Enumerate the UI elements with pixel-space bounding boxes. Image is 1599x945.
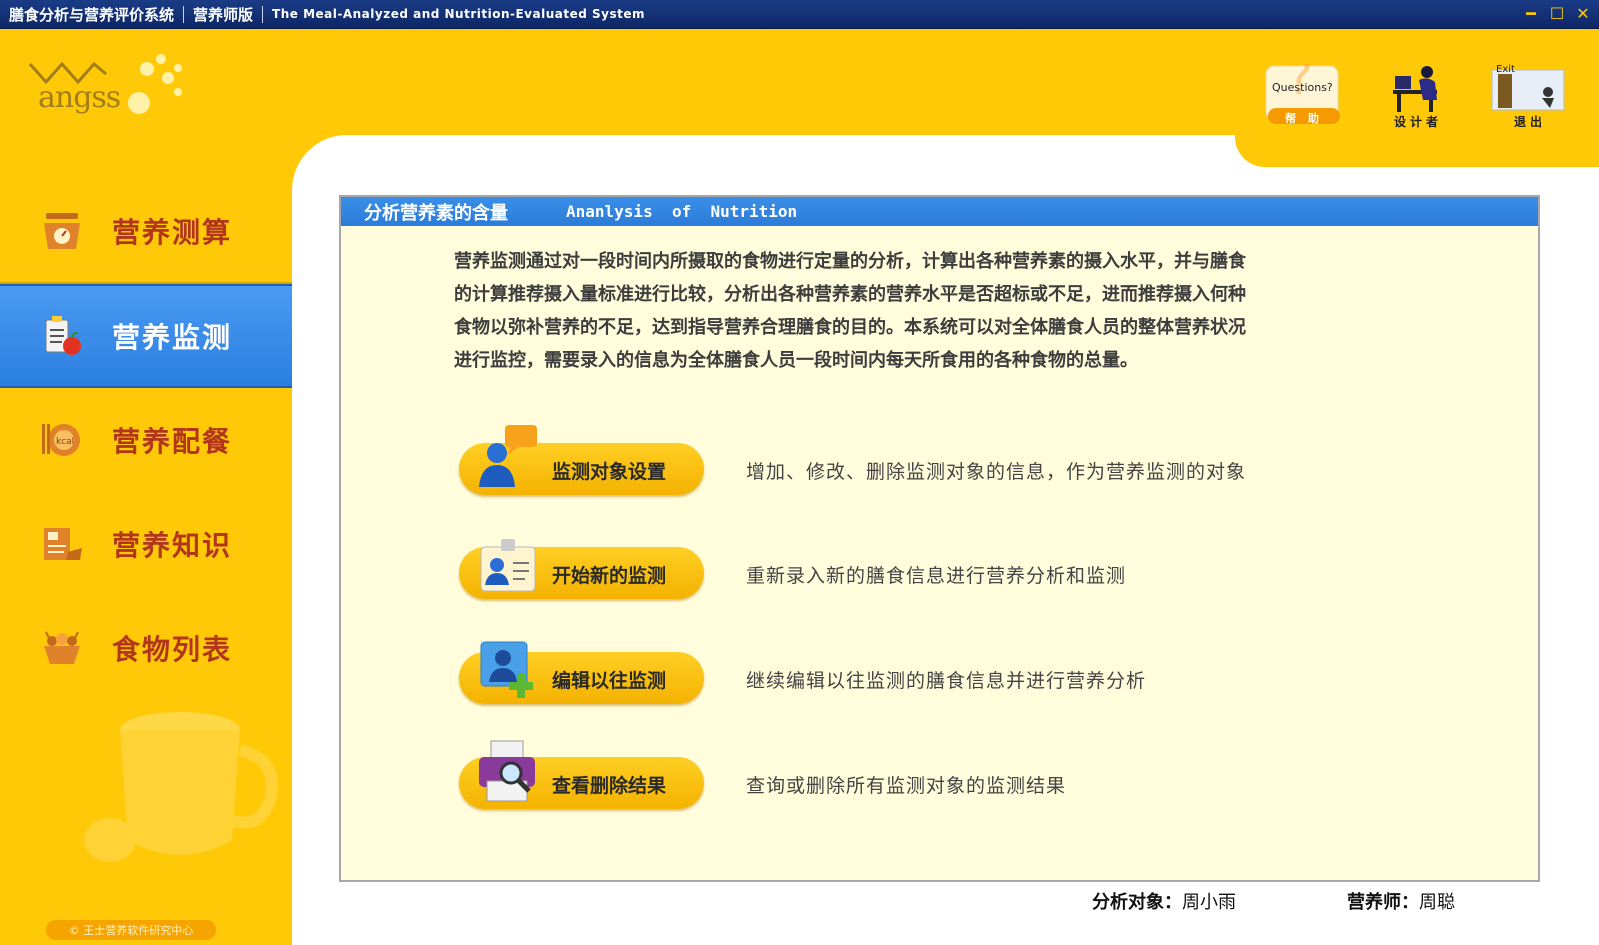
intro-text: 营养监测通过对一段时间内所摄取的食物进行定量的分析，计算出各种营养素的摄入水平，… bbox=[454, 245, 1354, 377]
sidebar-item-label: 营养知识 bbox=[112, 529, 233, 562]
sidebar-item-food-list[interactable]: 食物列表 bbox=[0, 596, 293, 700]
action-row: 查看删除结果 查询或删除所有监测对象的监测结果 bbox=[459, 740, 1459, 813]
user-add-icon bbox=[480, 641, 533, 698]
monitor-clipboard-icon bbox=[40, 314, 84, 358]
designer-desk-icon bbox=[1393, 66, 1437, 112]
action-description: 增加、修改、删除监测对象的信息，作为营养监测的对象 bbox=[746, 461, 1247, 483]
view-delete-results-button[interactable]: 查看删除结果 bbox=[459, 740, 704, 809]
sidebar-item-nutrition-calculation[interactable]: 营养测算 bbox=[0, 180, 293, 284]
kcal-plate-icon: kcal bbox=[40, 418, 84, 462]
exit-label: 退出 bbox=[1513, 115, 1546, 129]
dietitian-label: 营养师： bbox=[1347, 892, 1419, 913]
logo-dot bbox=[156, 54, 166, 64]
logo-dot bbox=[174, 64, 182, 72]
help-button[interactable]: ? Questions? 帮 助 bbox=[1262, 50, 1346, 134]
action-label: 开始新的监测 bbox=[552, 565, 667, 587]
logo-dot bbox=[140, 62, 154, 76]
svg-text:kcal: kcal bbox=[56, 437, 74, 447]
designer-button[interactable]: 设计者 bbox=[1376, 64, 1460, 134]
app-english-title: The Meal-Analyzed and Nutrition-Evaluate… bbox=[272, 7, 645, 21]
start-new-monitoring-button[interactable]: 开始新的监测 bbox=[459, 539, 704, 599]
logo-text: angss bbox=[38, 80, 121, 115]
copyright-badge: © 王士营养软件研究中心 bbox=[46, 920, 216, 940]
sidebar-item-meal-planning[interactable]: kcal 营养配餐 bbox=[0, 388, 293, 492]
action-row: 监测对象设置 增加、修改、删除监测对象的信息，作为营养监测的对象 bbox=[459, 425, 1459, 499]
intro-line: 进行监控，需要录入的信息为全体膳食人员一段时间内每天所食用的各种食物的总量。 bbox=[454, 350, 1138, 371]
intro-line: 营养监测通过对一段时间内所摄取的食物进行定量的分析，计算出各种营养素的摄入水平，… bbox=[454, 251, 1246, 272]
action-row: 编辑以往监测 继续编辑以往监测的膳食信息并进行营养分析 bbox=[459, 641, 1459, 708]
close-button[interactable]: ✕ bbox=[1573, 3, 1593, 23]
intro-line: 食物以弥补营养的不足，达到指导营养合理膳食的目的。本系统可以对全体膳食人员的整体… bbox=[454, 317, 1246, 338]
sidebar: 营养测算 营养监测 kcal 营养配餐 营养知识 食物列表 bbox=[0, 180, 293, 700]
box-title-en: Ananlysis of Nutrition bbox=[566, 202, 798, 221]
minimize-button[interactable]: ━ bbox=[1521, 3, 1541, 23]
action-description: 继续编辑以往监测的膳食信息并进行营养分析 bbox=[746, 670, 1147, 692]
id-card-icon bbox=[480, 539, 536, 592]
intro-line: 的计算推荐摄入量标准进行比较，分析出各种营养素的营养水平是否超标或不足，进而推荐… bbox=[454, 284, 1246, 305]
sidebar-item-label: 营养测算 bbox=[112, 216, 233, 249]
action-label: 查看删除结果 bbox=[552, 775, 667, 797]
designer-label: 设计者 bbox=[1393, 115, 1442, 129]
dietitian-value: 周聪 bbox=[1419, 892, 1455, 913]
window-controls: ━ ☐ ✕ bbox=[1521, 3, 1593, 23]
subject-label: 分析对象： bbox=[1092, 892, 1182, 913]
scale-icon bbox=[40, 209, 84, 253]
help-label: 帮 助 bbox=[1285, 112, 1323, 125]
logo-dot bbox=[128, 92, 150, 114]
monitor-subject-settings-button[interactable]: 监测对象设置 bbox=[459, 425, 704, 495]
person-chat-icon bbox=[479, 425, 537, 487]
knowledge-book-icon bbox=[40, 522, 84, 566]
exit-door-icon: Exit bbox=[1491, 64, 1565, 111]
exit-button[interactable]: Exit 退出 bbox=[1488, 64, 1572, 134]
app-title: 膳食分析与营养评价系统 bbox=[9, 5, 175, 24]
action-label: 监测对象设置 bbox=[552, 461, 667, 483]
food-basket-icon bbox=[40, 626, 84, 670]
app-edition: 营养师版 bbox=[193, 5, 254, 24]
box-header: 分析营养素的含量 Ananlysis of Nutrition bbox=[341, 197, 1538, 226]
brand-logo: angss bbox=[28, 52, 198, 115]
action-description: 查询或删除所有监测对象的监测结果 bbox=[746, 775, 1067, 797]
title-bar: 膳食分析与营养评价系统 营养师版 The Meal-Analyzed and N… bbox=[0, 0, 1599, 29]
exit-sign-text: Exit bbox=[1496, 64, 1515, 75]
sidebar-item-label: 食物列表 bbox=[112, 633, 233, 666]
action-label: 编辑以往监测 bbox=[552, 670, 667, 692]
edit-past-monitoring-button[interactable]: 编辑以往监测 bbox=[459, 641, 704, 704]
action-description: 重新录入新的膳食信息进行营养分析和监测 bbox=[746, 565, 1127, 587]
dietitian-status: 营养师：周聪 bbox=[1347, 888, 1455, 914]
decorative-cup-icon bbox=[84, 712, 278, 862]
panel-tab-notch bbox=[1235, 135, 1599, 167]
sidebar-item-nutrition-monitoring[interactable]: 营养监测 bbox=[0, 284, 293, 388]
sidebar-item-label: 营养监测 bbox=[112, 321, 233, 354]
analysis-subject-status: 分析对象：周小雨 bbox=[1092, 888, 1236, 914]
action-row: 开始新的监测 重新录入新的膳食信息进行营养分析和监测 bbox=[459, 539, 1459, 603]
printer-search-icon bbox=[479, 740, 535, 802]
help-sign-text: Questions? bbox=[1272, 81, 1333, 94]
sidebar-item-nutrition-knowledge[interactable]: 营养知识 bbox=[0, 492, 293, 596]
logo-dot bbox=[174, 88, 182, 96]
maximize-button[interactable]: ☐ bbox=[1547, 3, 1567, 23]
logo-dot bbox=[162, 72, 174, 84]
subject-value: 周小雨 bbox=[1182, 892, 1236, 913]
nutrition-analysis-box: 分析营养素的含量 Ananlysis of Nutrition 营养监测通过对一… bbox=[339, 195, 1540, 882]
box-title-zh: 分析营养素的含量 bbox=[364, 202, 508, 224]
sidebar-item-label: 营养配餐 bbox=[112, 425, 233, 458]
